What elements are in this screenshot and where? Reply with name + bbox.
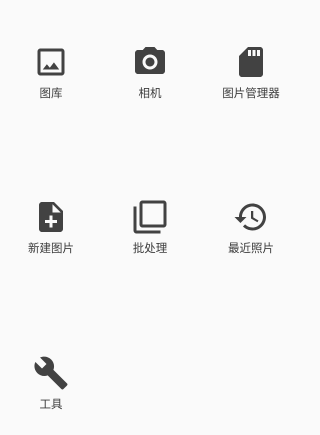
tile-image-manager[interactable]: 图片管理器 xyxy=(201,44,301,124)
tile-tools-label: 工具 xyxy=(39,397,63,411)
sd-card-icon xyxy=(233,44,269,80)
tile-camera[interactable]: 相机 xyxy=(100,44,200,124)
tile-image-manager-label: 图片管理器 xyxy=(222,86,280,100)
wrench-icon xyxy=(33,355,69,391)
tile-batch[interactable]: 批处理 xyxy=(100,199,200,279)
tile-gallery[interactable]: 图库 xyxy=(1,44,101,124)
tile-new-image[interactable]: 新建图片 xyxy=(1,199,101,279)
tile-tools[interactable]: 工具 xyxy=(1,355,101,435)
tile-camera-label: 相机 xyxy=(138,86,162,100)
tile-recent-photos[interactable]: 最近照片 xyxy=(201,199,301,279)
new-file-icon xyxy=(33,199,69,235)
tile-gallery-label: 图库 xyxy=(39,86,63,100)
image-icon xyxy=(33,44,69,80)
camera-icon xyxy=(132,44,168,80)
tile-new-image-label: 新建图片 xyxy=(28,241,74,255)
tile-batch-label: 批处理 xyxy=(132,241,168,255)
history-icon xyxy=(233,199,269,235)
batch-copy-icon xyxy=(132,199,168,235)
tile-recent-photos-label: 最近照片 xyxy=(228,241,274,255)
